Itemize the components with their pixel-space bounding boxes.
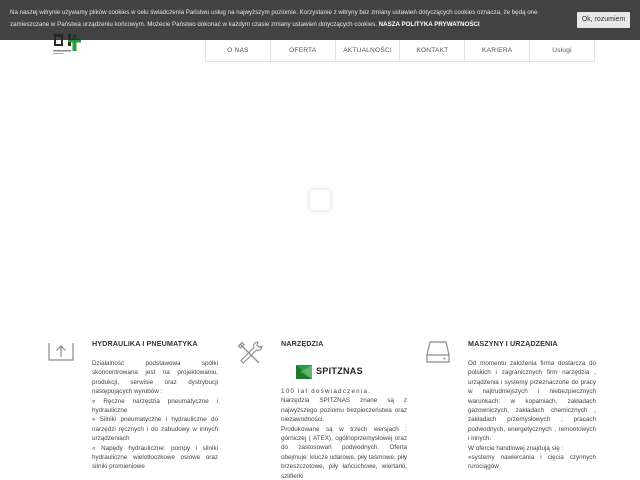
cookie-notice: Na naszej witrynie używamy plików cookie… (10, 7, 570, 31)
nav-item-o-nas[interactable]: O NAS (206, 40, 271, 61)
section-body-maszyny: Od momentu założenia firma dostarcza do … (468, 359, 596, 472)
nav-item-aktualnosci[interactable]: AKTUALNOŚCI (336, 40, 401, 61)
spitznas-logo: SPITZNAS (296, 363, 363, 381)
accept-cookies-button[interactable]: Ok, rozumiem (577, 12, 630, 28)
paragraph: Od momentu założenia firma dostarcza do … (468, 360, 596, 443)
paragraph: Produkowane są w trzech wersjach : górni… (281, 425, 407, 480)
nav-item-kontakt[interactable]: KONTAKT (400, 40, 466, 61)
section-body-narzedzia: 100 lat doświadczenia. Narzędzia SPITZNA… (281, 387, 407, 480)
paragraph: Narzędzia SPITZNAS znane są z najwyższeg… (281, 397, 407, 424)
brand-name: SPITZNAS (316, 366, 363, 376)
section-title-maszyny: MASZYNY I URZĄDZENIA (468, 339, 558, 348)
list-item: « Napędy hydrauliczne: pompy i silniki h… (92, 444, 218, 471)
section-title-narzedzia: NARZĘDZIA (281, 339, 324, 348)
paragraph: Działalność podstawowa spółki skoncentro… (92, 360, 218, 396)
section-body-hydraulika: Działalność podstawowa spółki skoncentro… (92, 359, 218, 472)
nav-item-oferta[interactable]: OFERTA (271, 40, 336, 61)
nav-item-uslugi[interactable]: Usługi (530, 40, 594, 61)
tools-icon (236, 340, 264, 371)
privacy-policy-link[interactable]: NASZA POLITYKA PRYWATNOŚCI (379, 21, 480, 28)
loading-spinner (310, 190, 330, 210)
cookie-banner: Na naszej witrynie używamy plików cookie… (0, 0, 640, 40)
list-item: « Ręczne narzędzia pneumatyczne i hydrau… (92, 397, 218, 415)
paragraph: W ofercie handlowej znajdują się : (468, 444, 564, 452)
list-item: « Silniki pneumatyczne i hydrauliczne do… (92, 416, 218, 443)
hard-drive-icon (425, 340, 451, 369)
upload-icon (47, 340, 75, 367)
section-title-hydraulika: HYDRAULIKA I PNEUMATYKA (92, 339, 198, 348)
nav-item-kariera[interactable]: KARIERA (465, 40, 531, 61)
main-navigation: O NAS OFERTA AKTUALNOŚCI KONTAKT KARIERA… (205, 40, 595, 62)
list-item: «systemy nawiercania i cięcia czynnych r… (468, 454, 596, 471)
paragraph: 100 lat doświadczenia. (281, 388, 372, 395)
